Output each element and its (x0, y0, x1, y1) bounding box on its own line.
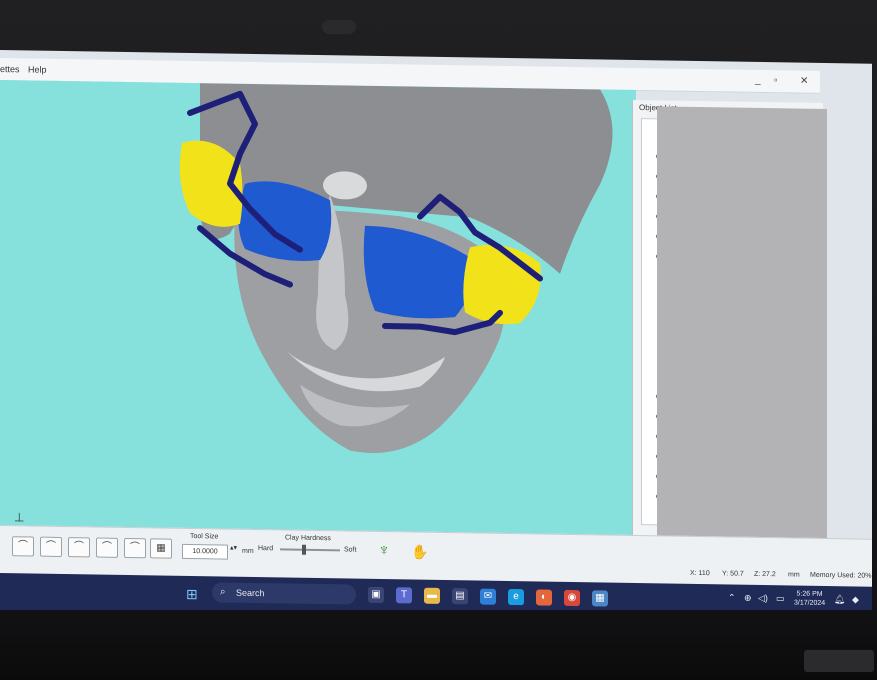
layer-tool-icon[interactable]: ▦ (150, 538, 172, 559)
volume-icon[interactable]: ◁) (758, 593, 768, 604)
search-icon: ⌕ (220, 586, 226, 598)
object-list-panel: Object List (632, 99, 827, 548)
chevron-up-icon[interactable]: ⌃ (728, 592, 736, 603)
minimize-button[interactable]: _ (755, 75, 761, 86)
status-unit: mm (788, 571, 800, 579)
tool-size-input[interactable]: 10.0000 (182, 543, 228, 560)
webcam (322, 20, 356, 34)
status-y: Y: 50.7 (722, 570, 744, 578)
sculpt-tool-icon[interactable]: ⌒ (12, 536, 34, 557)
search-label: Search (236, 587, 265, 599)
edge-icon[interactable]: e (508, 588, 524, 606)
clock-date: 3/17/2024 (794, 599, 826, 607)
menu-item-palettes[interactable]: ettes (0, 64, 20, 74)
carve-tool-icon[interactable]: ⌒ (40, 536, 62, 557)
status-z: Z: 27.2 (754, 570, 776, 579)
chrome-icon[interactable]: ◉ (564, 589, 580, 607)
slider-knob[interactable] (302, 544, 306, 555)
teams-icon[interactable]: T (396, 587, 412, 604)
app-icon[interactable]: ▦ (592, 590, 608, 607)
restore-button[interactable]: ▫ (774, 75, 778, 86)
file-explorer-icon[interactable]: ▬ (424, 587, 440, 604)
tool-size-label: Tool Size (190, 532, 219, 541)
windows-start-icon[interactable]: ⊞ (186, 586, 198, 603)
3d-viewport[interactable]: ⊥ (0, 80, 636, 535)
tug-tool-icon[interactable]: ⌒ (124, 537, 146, 559)
store-icon[interactable]: ▤ (452, 588, 468, 605)
skull-model[interactable] (0, 80, 636, 535)
hard-label: Hard (258, 545, 274, 553)
copilot-icon[interactable]: ◆ (852, 594, 859, 605)
mail-icon[interactable]: ✉ (480, 588, 496, 605)
clock[interactable]: 5:26 PM 3/17/2024 (794, 589, 825, 607)
notification-bell-icon[interactable]: 🔔︎ (834, 594, 845, 605)
clock-time: 5:26 PM (796, 590, 823, 598)
taskbar-search[interactable]: ⌕ Search (212, 582, 356, 605)
battery-icon[interactable]: ▭ (776, 593, 785, 604)
laptop-bottom-bezel (0, 610, 877, 680)
object-properties-area (657, 106, 827, 539)
clay-hardness-label: Clay Hardness (285, 534, 331, 543)
memory-used: Memory Used: 20% (810, 571, 872, 580)
close-button[interactable]: ✕ (800, 76, 808, 87)
orientation-axis-icon: ⊥ (14, 510, 25, 525)
clay-tool-icon[interactable]: ♆ (374, 542, 394, 560)
soft-label: Soft (344, 546, 357, 554)
tool-size-stepper[interactable]: ▴▾ (230, 544, 237, 552)
screen: ettes Help _ ▫ ✕ ⊥ Object ⌒ ⌒ ⌒ ⌒ ⌒ ▦ To… (0, 50, 872, 624)
clay-hardness-slider[interactable] (280, 544, 340, 555)
hand-tool-icon[interactable]: ✋ (410, 542, 430, 560)
status-x: X: 110 (690, 569, 710, 578)
menu-item-help[interactable]: Help (28, 64, 47, 74)
network-icon[interactable]: ⊕ (744, 593, 752, 604)
emboss-tool-icon[interactable]: ⌒ (96, 537, 118, 558)
smooth-tool-icon[interactable]: ⌒ (68, 537, 90, 558)
laptop-hinge (804, 650, 874, 672)
task-view-icon[interactable]: ▣ (368, 586, 384, 604)
tool-size-unit: mm (242, 547, 254, 555)
firefox-icon[interactable]: ◐ (536, 589, 552, 606)
